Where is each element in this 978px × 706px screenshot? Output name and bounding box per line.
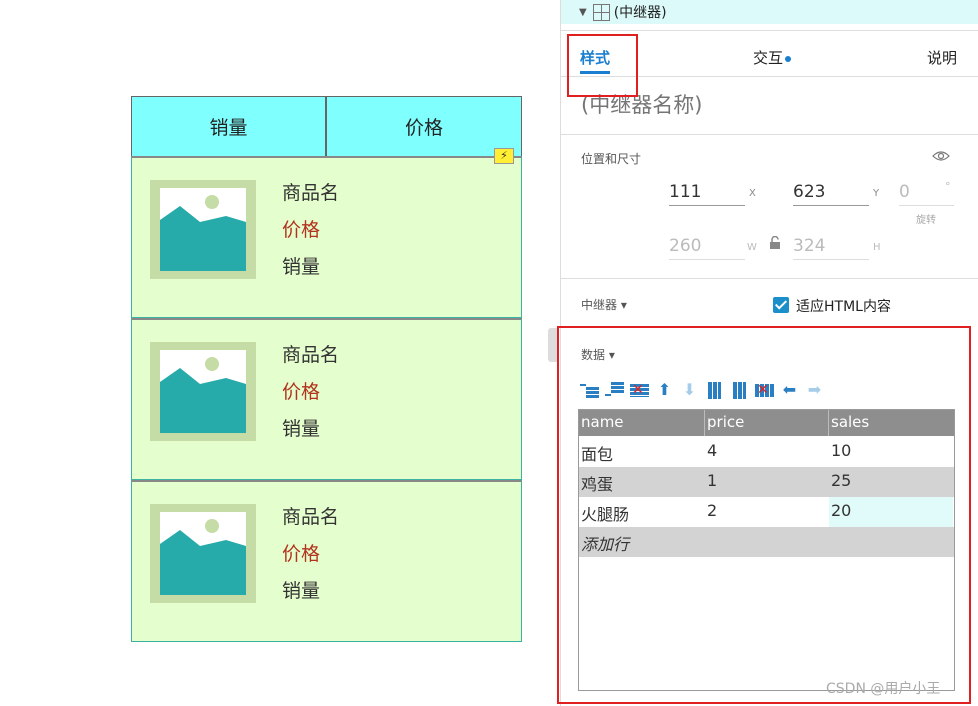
table-cell[interactable]: 1 <box>707 471 717 490</box>
column-header-price[interactable]: price <box>707 413 744 431</box>
product-sales: 销量 <box>282 580 321 602</box>
height-axis-label: H <box>873 242 881 253</box>
product-name: 商品名 <box>282 344 340 366</box>
image-icon <box>160 350 246 433</box>
position-size-label: 位置和尺寸 <box>581 152 642 166</box>
widget-name-input[interactable] <box>581 90 961 120</box>
add-row-label: 添加行 <box>581 535 630 554</box>
image-icon <box>160 188 246 271</box>
data-toolbar: ✕ ⬆ ⬇ ✕ ⬅ ➡ <box>580 382 824 400</box>
table-cell[interactable]: 20 <box>831 501 851 520</box>
insert-row-above-icon[interactable] <box>580 382 599 399</box>
tab-interactions[interactable]: 交互 <box>753 47 792 68</box>
repeater-item[interactable]: 商品名 价格 销量 <box>131 156 522 318</box>
delete-column-icon[interactable]: ✕ <box>755 382 774 399</box>
highlight-box-style-tab <box>567 34 638 97</box>
table-cell[interactable]: 25 <box>831 471 851 490</box>
rotation-label: 旋转 <box>916 215 936 226</box>
widget-header[interactable]: ▼ (中继器) <box>561 0 978 24</box>
sort-by-sales-button[interactable]: 销量 <box>131 96 326 157</box>
move-right-icon[interactable]: ➡ <box>805 382 824 399</box>
eye-icon[interactable] <box>932 150 950 162</box>
divider <box>561 278 978 279</box>
rotation-input[interactable]: 0 ° <box>899 180 954 206</box>
table-row[interactable]: 面包 4 10 <box>579 437 954 467</box>
fit-html-checkbox[interactable] <box>773 297 789 313</box>
image-icon <box>160 512 246 595</box>
watermark: CSDN @用户小王 <box>826 681 941 697</box>
tab-notes[interactable]: 说明 <box>927 47 957 68</box>
divider <box>561 134 978 135</box>
repeater-data-table[interactable]: name price sales 面包 4 10 鸡蛋 1 25 火腿肠 2 2… <box>578 409 955 691</box>
rotation-unit: ° <box>945 180 951 193</box>
repeater-grid-icon <box>592 3 610 21</box>
product-image-placeholder <box>150 342 256 441</box>
add-row-button[interactable]: 添加行 <box>579 527 954 557</box>
product-image-placeholder <box>150 504 256 603</box>
product-price: 价格 <box>282 381 321 403</box>
collapse-triangle-icon[interactable]: ▼ <box>579 7 587 18</box>
column-header-sales[interactable]: sales <box>831 413 869 431</box>
table-cell[interactable]: 火腿肠 <box>581 501 629 525</box>
move-down-icon[interactable]: ⬇ <box>680 382 699 399</box>
repeater-item[interactable]: 商品名 价格 销量 <box>131 318 522 480</box>
tab-interactions-label: 交互 <box>753 49 784 67</box>
fit-html-label[interactable]: 适应HTML内容 <box>796 296 891 316</box>
repeater-widget[interactable]: 销量 价格 商品名 价格 销量 商品名 价格 销量 商品名 价格 销量 <box>131 96 522 644</box>
table-header: name price sales <box>579 410 954 436</box>
table-cell[interactable]: 2 <box>707 501 717 520</box>
move-up-icon[interactable]: ⬆ <box>655 382 674 399</box>
table-cell[interactable]: 4 <box>707 441 717 460</box>
insert-column-right-icon[interactable] <box>730 382 749 399</box>
repeater-item[interactable]: 商品名 价格 销量 <box>131 480 522 642</box>
product-price: 价格 <box>282 219 321 241</box>
widget-title: (中继器) <box>613 5 667 21</box>
rotation-value: 0 <box>899 182 910 202</box>
y-input[interactable]: 623 <box>793 180 869 206</box>
lightning-icon[interactable]: ⚡ <box>494 148 514 164</box>
repeater-section-label[interactable]: 中继器 ▾ <box>581 296 627 313</box>
insert-row-below-icon[interactable] <box>605 382 624 399</box>
move-left-icon[interactable]: ⬅ <box>780 382 799 399</box>
product-name: 商品名 <box>282 506 340 528</box>
product-price: 价格 <box>282 543 321 565</box>
product-sales: 销量 <box>282 418 321 440</box>
width-axis-label: W <box>747 242 757 253</box>
product-image-placeholder <box>150 180 256 279</box>
column-header-name[interactable]: name <box>581 413 624 431</box>
product-sales: 销量 <box>282 256 321 278</box>
width-input[interactable]: 260 <box>669 234 745 260</box>
table-row[interactable]: 鸡蛋 1 25 <box>579 467 954 497</box>
repeater-header: 销量 价格 <box>131 96 522 157</box>
table-row[interactable]: 火腿肠 2 20 <box>579 497 954 527</box>
product-name: 商品名 <box>282 182 340 204</box>
sort-by-price-button[interactable]: 价格 <box>326 96 522 157</box>
y-axis-label: Y <box>873 188 880 199</box>
insert-column-left-icon[interactable] <box>705 382 724 399</box>
divider <box>561 30 978 31</box>
delete-row-icon[interactable]: ✕ <box>630 382 649 399</box>
height-input[interactable]: 324 <box>793 234 869 260</box>
table-cell[interactable]: 面包 <box>581 441 613 465</box>
x-axis-label: X <box>749 188 756 199</box>
table-cell[interactable]: 鸡蛋 <box>581 471 613 495</box>
interaction-dot-icon <box>785 55 792 62</box>
x-input[interactable]: 111 <box>669 180 745 206</box>
unlock-icon[interactable] <box>769 236 781 250</box>
table-cell[interactable]: 10 <box>831 441 851 460</box>
